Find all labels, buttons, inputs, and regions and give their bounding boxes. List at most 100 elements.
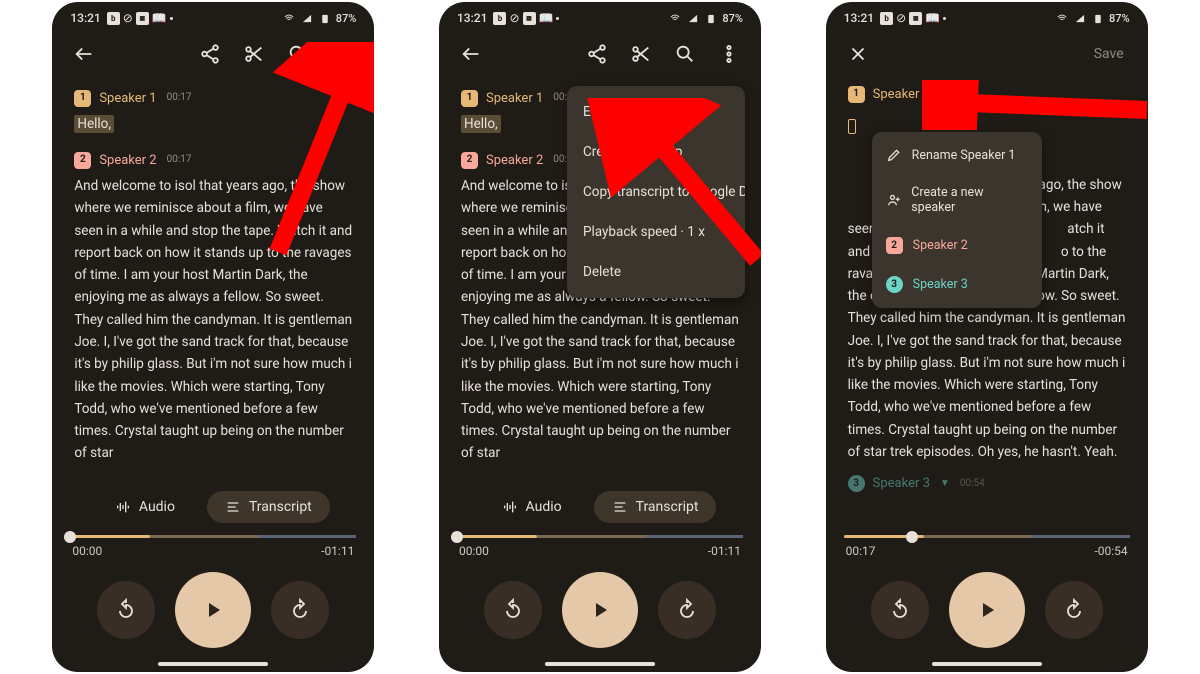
playback-controls xyxy=(439,558,761,654)
save-button[interactable]: Save xyxy=(1082,46,1136,62)
progress-bar[interactable] xyxy=(457,535,743,538)
speaker-2-text[interactable]: And welcome to isol that years ago, the … xyxy=(74,175,352,464)
speaker-1-name: Speaker 1 xyxy=(486,88,543,109)
progress-thumb[interactable] xyxy=(451,531,463,543)
progress-thumb[interactable] xyxy=(64,531,76,543)
tab-audio[interactable]: Audio xyxy=(97,491,193,523)
menu-create-video-clip[interactable]: Create video clip xyxy=(567,132,745,172)
rewind-button[interactable] xyxy=(484,581,542,639)
status-notif-icons: b⊘▦📖 xyxy=(880,11,946,25)
back-button[interactable] xyxy=(451,34,491,74)
search-button[interactable] xyxy=(278,34,318,74)
status-time: 13:21 xyxy=(70,11,100,25)
close-button[interactable] xyxy=(838,34,878,74)
status-bar: 13:21 b⊘▦📖 87% xyxy=(52,2,374,30)
time-remaining: -00:54 xyxy=(1094,544,1127,558)
playback-controls xyxy=(826,558,1148,654)
speaker-1-header[interactable]: 1 Speaker 1 ▼ xyxy=(848,84,1126,105)
status-time: 13:21 xyxy=(457,11,487,25)
time-elapsed: 00:00 xyxy=(459,544,489,558)
menu-delete[interactable]: Delete xyxy=(567,252,745,292)
speaker-1-text[interactable]: Hello, xyxy=(461,115,501,133)
speaker-1-badge: 1 xyxy=(461,90,478,107)
menu-copy-transcript[interactable]: Copy transcript to Google Docs xyxy=(567,172,745,212)
play-button[interactable] xyxy=(949,572,1025,648)
speaker-1-header[interactable]: 1 Speaker 1 00:17 xyxy=(74,88,352,109)
menu-create-new-speaker[interactable]: Create a new speaker xyxy=(872,174,1042,226)
progress-thumb[interactable] xyxy=(906,531,918,543)
menu-edit-speaker-labels[interactable]: Edit speaker labels xyxy=(567,92,745,132)
forward-button[interactable] xyxy=(1045,581,1103,639)
speaker-2-badge: 2 xyxy=(74,152,91,169)
more-button[interactable] xyxy=(709,34,749,74)
speaker-1-name: Speaker 1 xyxy=(873,84,930,105)
phone-screen-3: 13:21 b⊘▦📖 87% Save 1 Speaker 1 ▼ xxxxxx… xyxy=(826,2,1148,672)
status-battery: 87% xyxy=(722,12,743,25)
app-bar xyxy=(439,30,761,78)
time-remaining: -01:11 xyxy=(708,544,741,558)
status-notif-icons: b⊘▦📖 xyxy=(493,11,559,25)
share-button[interactable] xyxy=(577,34,617,74)
scissors-button[interactable] xyxy=(621,34,661,74)
transcript-content: 1 Speaker 1 00:17 Hello, 2 Speaker 2 00:… xyxy=(52,78,374,479)
text-cursor xyxy=(848,119,857,134)
rewind-button[interactable] xyxy=(871,581,929,639)
speaker-1-timestamp: 00:17 xyxy=(167,90,192,107)
battery-icon xyxy=(704,13,718,24)
signal-icon xyxy=(1073,13,1087,24)
pencil-icon xyxy=(886,147,902,163)
menu-select-speaker-2[interactable]: 2 Speaker 2 xyxy=(872,226,1042,265)
status-battery: 87% xyxy=(1109,12,1130,25)
speaker-1-text[interactable]: Hello, xyxy=(74,115,114,133)
app-bar: Save xyxy=(826,30,1148,78)
status-time: 13:21 xyxy=(844,11,874,25)
tab-audio-label: Audio xyxy=(139,499,175,515)
forward-button[interactable] xyxy=(658,581,716,639)
back-button[interactable] xyxy=(64,34,104,74)
nav-bar[interactable] xyxy=(932,662,1042,666)
menu-select-speaker-3[interactable]: 3 Speaker 3 xyxy=(872,265,1042,304)
overflow-menu: Edit speaker labels Create video clip Co… xyxy=(567,86,745,298)
scissors-button[interactable] xyxy=(234,34,274,74)
search-button[interactable] xyxy=(665,34,705,74)
play-button[interactable] xyxy=(175,572,251,648)
signal-icon xyxy=(300,13,314,24)
tab-transcript[interactable]: Transcript xyxy=(207,491,330,523)
speaker-3-badge: 3 xyxy=(886,276,903,293)
playback-controls xyxy=(52,558,374,654)
signal-icon xyxy=(686,13,700,24)
chevron-down-icon: ▼ xyxy=(940,86,950,103)
tab-audio[interactable]: Audio xyxy=(484,491,580,523)
share-button[interactable] xyxy=(190,34,230,74)
speaker-1-name: Speaker 1 xyxy=(99,88,156,109)
phone-screen-2: 13:21 b⊘▦📖 87% 1 Speaker 1 00:17 Hello, … xyxy=(439,2,761,672)
wifi-icon xyxy=(282,13,296,24)
person-add-icon xyxy=(886,192,902,208)
progress-bar[interactable] xyxy=(70,535,356,538)
app-bar xyxy=(52,30,374,78)
status-bar: 13:21 b⊘▦📖 87% xyxy=(826,2,1148,30)
speaker-2-badge: 2 xyxy=(886,237,903,254)
speaker-2-badge: 2 xyxy=(461,152,478,169)
speaker-context-menu: Rename Speaker 1 Create a new speaker 2 … xyxy=(872,132,1042,308)
nav-bar[interactable] xyxy=(158,662,268,666)
speaker-2-header[interactable]: 2 Speaker 2 00:17 xyxy=(74,150,352,171)
play-button[interactable] xyxy=(562,572,638,648)
speaker-2-name: Speaker 2 xyxy=(486,150,543,171)
forward-button[interactable] xyxy=(271,581,329,639)
phone-screen-1: 13:21 b⊘▦📖 87% 1 xyxy=(52,2,374,672)
menu-rename-speaker[interactable]: Rename Speaker 1 xyxy=(872,136,1042,174)
rewind-button[interactable] xyxy=(97,581,155,639)
wifi-icon xyxy=(668,13,682,24)
speaker-3-header[interactable]: 3 Speaker 3 ▼ 00:54 xyxy=(848,473,1126,494)
progress-bar[interactable] xyxy=(844,535,1130,538)
nav-bar[interactable] xyxy=(545,662,655,666)
chevron-down-icon: ▼ xyxy=(940,476,950,493)
time-elapsed: 00:17 xyxy=(846,544,876,558)
tab-transcript[interactable]: Transcript xyxy=(594,491,717,523)
menu-playback-speed[interactable]: Playback speed · 1 x xyxy=(567,212,745,252)
view-tabs: Audio Transcript xyxy=(52,479,374,529)
view-tabs: Audio Transcript xyxy=(439,479,761,529)
more-button[interactable] xyxy=(322,34,362,74)
speaker-1-badge: 1 xyxy=(848,86,865,103)
